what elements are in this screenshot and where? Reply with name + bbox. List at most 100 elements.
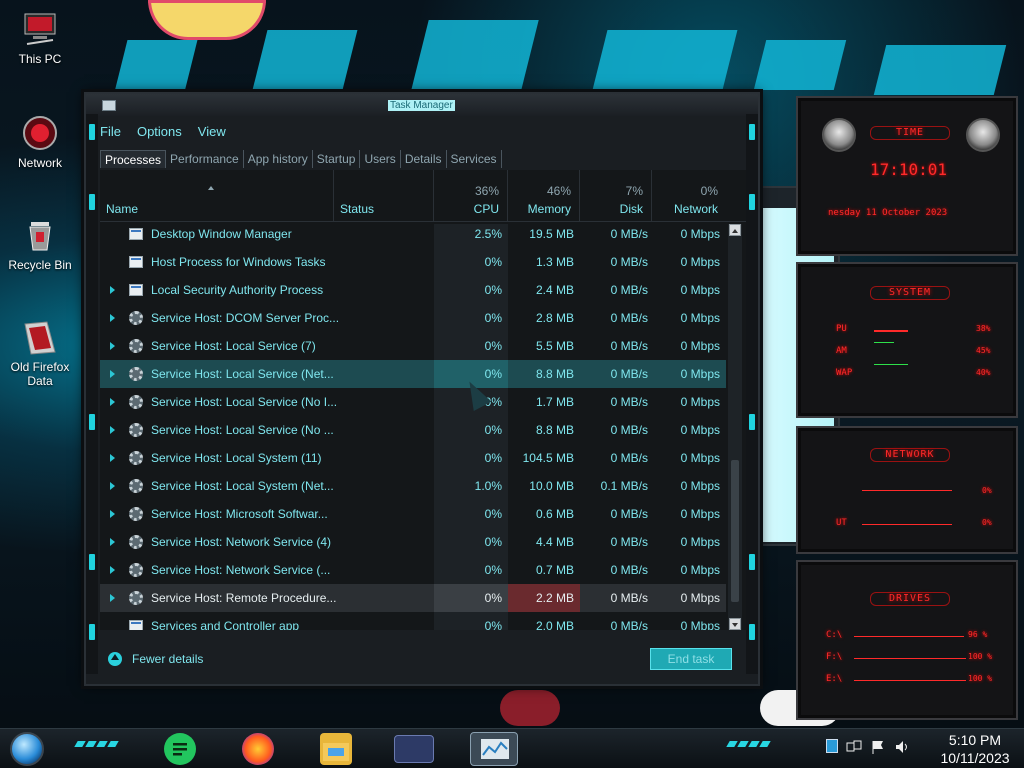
clock-date: 10/11/2023 (940, 750, 1010, 766)
volume-icon[interactable] (894, 739, 910, 758)
process-row[interactable]: Service Host: Local Service (7) 0% 5.5 MB 0… (100, 332, 726, 360)
column-status-label: Status (340, 202, 375, 216)
process-network: 0 Mbps (680, 591, 720, 605)
expand-arrow-icon[interactable] (110, 566, 115, 574)
scroll-thumb[interactable] (731, 460, 739, 602)
fewer-details-link[interactable]: Fewer details (108, 652, 203, 666)
process-cpu: 2.5% (474, 227, 502, 241)
process-memory: 1.3 MB (535, 255, 574, 269)
process-row[interactable]: Service Host: Network Service (... 0% 0.7 … (100, 556, 726, 584)
tab-startup[interactable]: Startup (313, 150, 361, 168)
swap-indicator (874, 364, 908, 365)
process-row[interactable]: Service Host: Local System (11) 0% 104.5 M… (100, 444, 726, 472)
tab-performance[interactable]: Performance (166, 150, 244, 168)
task-manager-taskbar-icon[interactable] (470, 732, 518, 766)
process-memory: 2.0 MB (535, 619, 574, 630)
expand-arrow-icon[interactable] (110, 370, 115, 378)
column-name-label: Name (106, 202, 139, 216)
firefox-icon[interactable] (242, 733, 274, 765)
show-desktop-icon[interactable] (826, 739, 838, 753)
process-row[interactable]: Desktop Window Manager 2.5% 19.5 MB 0 MB/s 0… (100, 224, 726, 248)
process-row[interactable]: Services and Controller app 0% 2.0 MB 0 MB/… (100, 612, 726, 630)
column-memory-label: Memory (527, 202, 571, 216)
gear-icon (129, 591, 143, 605)
desktop-icon-network[interactable]: Network (2, 114, 78, 170)
process-cpu: 0% (484, 563, 502, 577)
process-row[interactable]: Host Process for Windows Tasks 0% 1.3 MB 0 … (100, 248, 726, 276)
expand-arrow-icon[interactable] (110, 342, 115, 350)
system-gadget[interactable]: SYSTEM PU 38% AM 45% WAP 40% (796, 262, 1018, 418)
scroll-down-button[interactable] (729, 618, 741, 630)
file-explorer-icon[interactable] (320, 733, 352, 765)
flag-notification-icon[interactable] (870, 739, 886, 758)
time-gadget[interactable]: TIME 17:10:01 nesday 11 October 2023 (796, 96, 1018, 256)
process-name: Service Host: Local Service (No ... (151, 423, 334, 437)
network-status-icon[interactable] (846, 739, 862, 758)
network-in-graph (862, 490, 952, 491)
scroll-up-button[interactable] (729, 224, 741, 236)
process-row[interactable]: Service Host: Local Service (Net... 0% 8.8… (100, 360, 726, 388)
process-network: 0 Mbps (680, 535, 720, 549)
process-row[interactable]: Service Host: Network Service (4) 0% 4.4 M… (100, 528, 726, 556)
expand-arrow-icon[interactable] (110, 314, 115, 322)
process-network: 0 Mbps (680, 395, 720, 409)
process-row[interactable]: Service Host: Local Service (No ... 0% 8.8… (100, 416, 726, 444)
tab-processes[interactable]: Processes (100, 150, 167, 168)
title-bar[interactable]: Task Manager (86, 94, 758, 116)
desktop-icon-recycle-bin[interactable]: Recycle Bin (2, 216, 78, 272)
expand-arrow-icon[interactable] (110, 286, 115, 294)
column-header-name[interactable]: Name (100, 170, 334, 222)
expand-arrow-icon[interactable] (110, 538, 115, 546)
process-row[interactable]: Service Host: Microsoft Softwar... 0% 0.6 … (100, 500, 726, 528)
desktop-icon-this-pc[interactable]: This PC (2, 10, 78, 66)
expand-arrow-icon[interactable] (110, 482, 115, 490)
menu-bar: File Options View (100, 124, 226, 144)
gadget-date: nesday 11 October 2023 (828, 208, 948, 218)
tab-app-history[interactable]: App history (244, 150, 313, 168)
menu-file[interactable]: File (100, 124, 121, 144)
spotify-like-app-icon[interactable] (164, 733, 196, 765)
column-header-disk[interactable]: 7% Disk (580, 170, 652, 222)
process-row[interactable]: Service Host: Remote Procedure... 0% 2.2 M… (100, 584, 726, 612)
menu-view[interactable]: View (198, 124, 226, 144)
process-disk: 0 MB/s (610, 227, 648, 241)
window-icon (129, 228, 143, 240)
gear-icon (129, 367, 143, 381)
network-gadget[interactable]: NETWORK 0% UT 0% (796, 426, 1018, 554)
process-row[interactable]: Service Host: Local Service (No I... 0% 1.… (100, 388, 726, 416)
gadget-title: TIME (870, 126, 950, 140)
process-disk: 0 MB/s (610, 367, 648, 381)
tab-details[interactable]: Details (401, 150, 447, 168)
task-manager-app-icon (102, 100, 116, 111)
gear-icon (129, 507, 143, 521)
network-out-graph (862, 524, 952, 525)
column-header-status[interactable]: Status (334, 170, 434, 222)
process-row[interactable]: Service Host: DCOM Server Proc... 0% 2.8 M… (100, 304, 726, 332)
vertical-scrollbar[interactable] (728, 224, 742, 630)
taskbar-clock[interactable]: 5:10 PM 10/11/2023 (930, 731, 1020, 767)
desktop-icon-old-firefox-data[interactable]: Old Firefox Data (2, 318, 78, 388)
alien-logo-icon (822, 118, 856, 152)
drives-gadget[interactable]: DRIVES C:\ 96 % F:\ 100 % E:\ 100 % (796, 560, 1018, 720)
tab-services[interactable]: Services (447, 150, 502, 168)
expand-arrow-icon[interactable] (110, 426, 115, 434)
credential-manager-icon[interactable] (394, 735, 434, 763)
expand-arrow-icon[interactable] (110, 510, 115, 518)
process-row[interactable]: Service Host: Local System (Net... 1.0% 10… (100, 472, 726, 500)
expand-arrow-icon[interactable] (110, 454, 115, 462)
column-header-network[interactable]: 0% Network (652, 170, 726, 222)
tab-strip: Processes Performance App history Startu… (100, 150, 502, 170)
menu-options[interactable]: Options (137, 124, 182, 144)
process-row[interactable]: Local Security Authority Process 0% 2.4 MB… (100, 276, 726, 304)
column-header-memory[interactable]: 46% Memory (508, 170, 580, 222)
expand-arrow-icon[interactable] (110, 594, 115, 602)
process-disk: 0 MB/s (610, 283, 648, 297)
task-manager-window[interactable]: Task Manager File Options View Processes… (84, 92, 760, 686)
tab-users[interactable]: Users (360, 150, 401, 168)
start-button[interactable] (10, 732, 44, 766)
expand-arrow-icon[interactable] (110, 398, 115, 406)
process-network: 0 Mbps (680, 339, 720, 353)
end-task-button[interactable]: End task (650, 648, 732, 670)
column-disk-label: Disk (619, 202, 643, 216)
column-header-cpu[interactable]: 36% CPU (434, 170, 508, 222)
